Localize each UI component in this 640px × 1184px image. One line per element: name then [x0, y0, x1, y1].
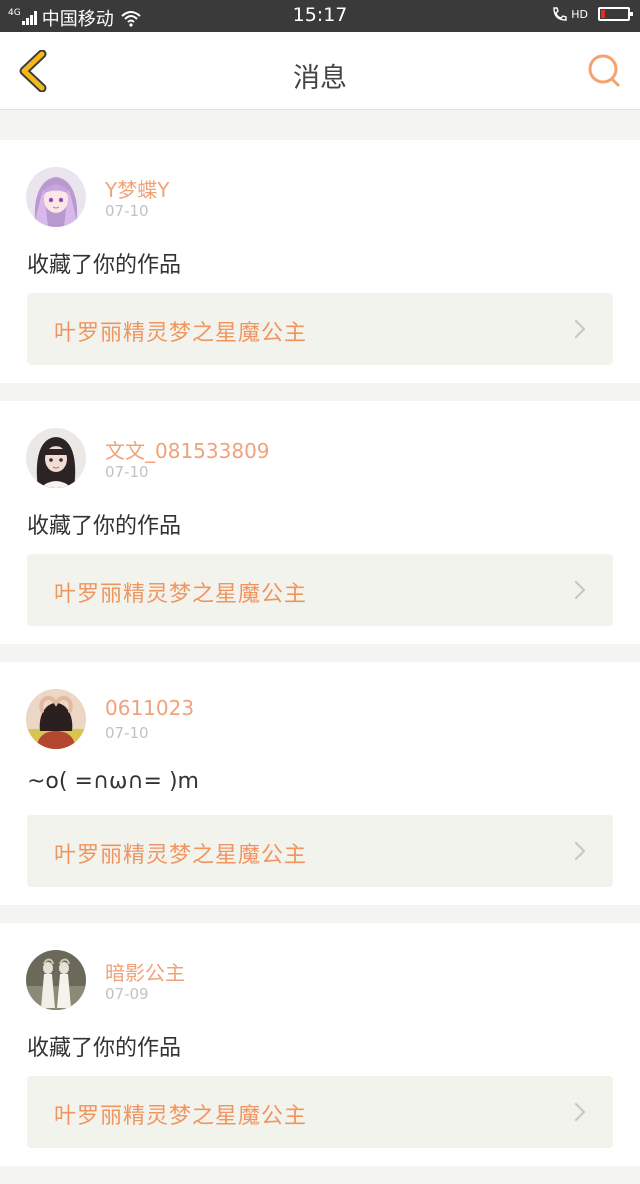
chevron-right-icon	[574, 319, 586, 339]
message-card: 文文_081533809 07-10 收藏了你的作品 叶罗丽精灵梦之星魔公主	[0, 401, 640, 644]
status-bar: 4G 中国移动 15:17 HD	[0, 0, 640, 32]
work-title: 叶罗丽精灵梦之星魔公主	[54, 1104, 308, 1129]
hd-label: HD	[571, 7, 588, 21]
message-date: 07-10	[105, 202, 149, 220]
avatar[interactable]	[26, 950, 86, 1010]
work-link[interactable]: 叶罗丽精灵梦之星魔公主	[27, 815, 613, 887]
chevron-right-icon	[574, 841, 586, 861]
message-card: Y梦蝶Y 07-10 收藏了你的作品 叶罗丽精灵梦之星魔公主	[0, 140, 640, 383]
heart-hands-avatar	[26, 689, 86, 749]
status-right: HD	[551, 5, 633, 23]
work-link[interactable]: 叶罗丽精灵梦之星魔公主	[27, 1076, 613, 1148]
figures-avatar	[26, 950, 86, 1010]
avatar[interactable]	[26, 689, 86, 749]
message-date: 07-10	[105, 724, 149, 742]
work-link[interactable]: 叶罗丽精灵梦之星魔公主	[27, 554, 613, 626]
battery-fill	[601, 10, 606, 18]
message-date: 07-10	[105, 463, 149, 481]
chevron-right-icon	[574, 1102, 586, 1122]
girl-photo-avatar	[26, 428, 86, 488]
work-title: 叶罗丽精灵梦之星魔公主	[54, 843, 308, 868]
message-text: ~o( =∩ω∩= )m	[27, 769, 199, 794]
work-title: 叶罗丽精灵梦之星魔公主	[54, 582, 308, 607]
username[interactable]: 文文_081533809	[105, 435, 270, 464]
message-text: 收藏了你的作品	[27, 514, 182, 539]
message-card: 0611023 07-10 ~o( =∩ω∩= )m 叶罗丽精灵梦之星魔公主	[0, 662, 640, 905]
anime-girl-avatar	[26, 167, 86, 227]
search-icon[interactable]	[586, 52, 624, 90]
message-text: 收藏了你的作品	[27, 253, 182, 278]
battery-icon	[598, 7, 633, 21]
call-hd-icon	[553, 7, 567, 21]
message-date: 07-09	[105, 985, 149, 1003]
chevron-right-icon	[574, 580, 586, 600]
avatar[interactable]	[26, 428, 86, 488]
username[interactable]: 暗影公主	[105, 957, 185, 986]
message-list: Y梦蝶Y 07-10 收藏了你的作品 叶罗丽精灵梦之星魔公主 文文_081533…	[0, 140, 640, 1184]
header: 消息	[0, 32, 640, 110]
work-title: 叶罗丽精灵梦之星魔公主	[54, 321, 308, 346]
status-time: 15:17	[292, 4, 348, 26]
message-text: 收藏了你的作品	[27, 1036, 182, 1061]
username[interactable]: Y梦蝶Y	[105, 174, 169, 203]
work-link[interactable]: 叶罗丽精灵梦之星魔公主	[27, 293, 613, 365]
username[interactable]: 0611023	[105, 696, 194, 720]
avatar[interactable]	[26, 167, 86, 227]
page-title: 消息	[293, 63, 347, 94]
message-card: 暗影公主 07-09 收藏了你的作品 叶罗丽精灵梦之星魔公主	[0, 923, 640, 1166]
